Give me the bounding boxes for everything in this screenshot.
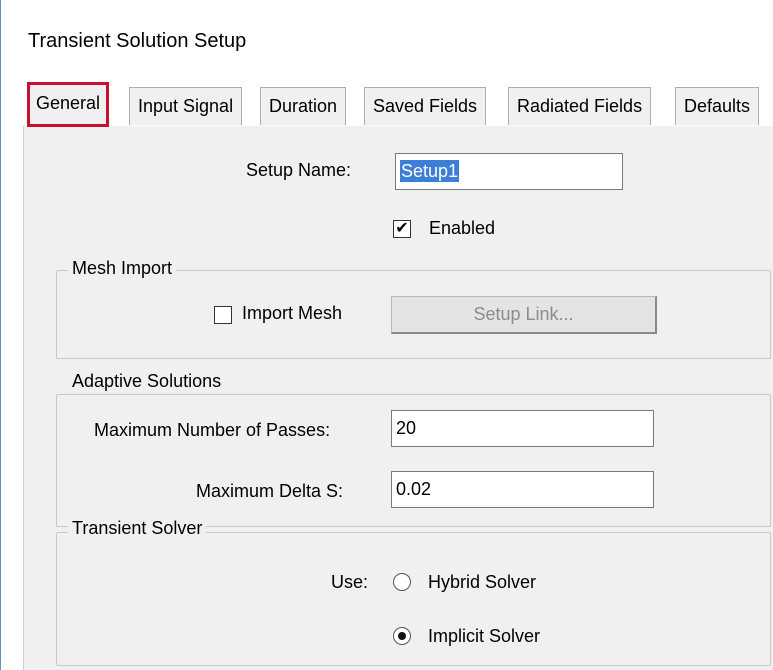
max-delta-value: 0.02 [396, 479, 432, 499]
max-delta-input[interactable]: 0.02 [391, 471, 654, 508]
transient-solver-group [56, 532, 771, 666]
tab-radiated-fields-label: Radiated Fields [517, 96, 643, 116]
tab-duration-label: Duration [269, 96, 338, 116]
checkmark-icon: ✔ [395, 220, 409, 237]
setup-link-button[interactable]: Setup Link... [391, 296, 657, 334]
adaptive-solutions-title: Adaptive Solutions [68, 371, 226, 392]
setup-name-input[interactable]: Setup1 [395, 153, 623, 190]
hybrid-solver-label: Hybrid Solver [428, 572, 537, 592]
hybrid-solver-radio[interactable] [393, 573, 411, 591]
setup-name-label: Setup Name: [246, 160, 352, 180]
enabled-label: Enabled [429, 218, 496, 238]
max-passes-input[interactable]: 20 [391, 410, 654, 447]
import-mesh-checkbox[interactable] [214, 306, 232, 324]
tab-defaults[interactable]: Defaults [675, 87, 760, 125]
max-delta-label: Maximum Delta S: [196, 481, 344, 501]
implicit-solver-label: Implicit Solver [428, 626, 541, 646]
dialog-window: Transient Solution Setup General Input S… [0, 0, 773, 670]
dialog-title: Transient Solution Setup [28, 30, 247, 52]
tab-input-signal-label: Input Signal [138, 96, 234, 116]
general-panel: Setup Name: Setup1 ✔ Enabled Mesh Import… [23, 126, 773, 670]
tab-saved-fields-label: Saved Fields [373, 96, 478, 116]
tab-input-signal[interactable]: Input Signal [129, 87, 243, 125]
setup-name-value: Setup1 [400, 160, 460, 182]
tab-general-label: General [36, 93, 101, 113]
implicit-solver-radio[interactable] [393, 627, 411, 645]
tab-strip: General Input Signal Duration Saved Fiel… [23, 82, 773, 127]
tab-defaults-label: Defaults [684, 96, 751, 116]
tab-duration[interactable]: Duration [260, 87, 347, 125]
tab-general[interactable]: General [27, 82, 110, 127]
max-passes-label: Maximum Number of Passes: [94, 420, 331, 440]
tab-saved-fields[interactable]: Saved Fields [364, 87, 487, 125]
use-label: Use: [331, 572, 369, 592]
radio-selected-dot [398, 632, 406, 640]
mesh-import-title: Mesh Import [68, 258, 177, 279]
import-mesh-label: Import Mesh [242, 303, 343, 323]
transient-solver-title: Transient Solver [68, 518, 207, 539]
max-passes-value: 20 [396, 418, 417, 438]
tab-radiated-fields[interactable]: Radiated Fields [508, 87, 652, 125]
enabled-checkbox[interactable]: ✔ [393, 220, 411, 238]
